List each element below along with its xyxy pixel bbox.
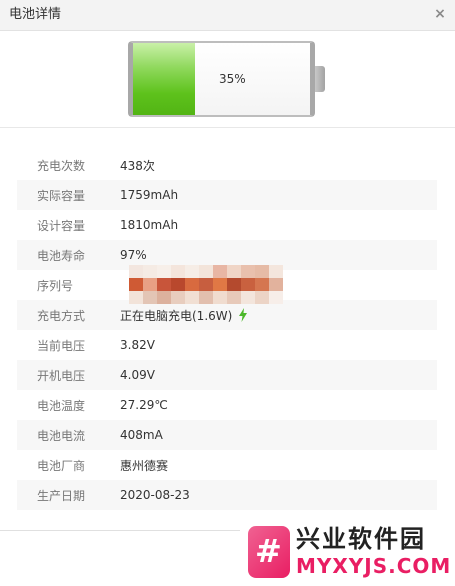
detail-row-charge-count: 充电次数 438次 <box>17 150 437 180</box>
site-watermark: # 兴业软件园 MYXYJS.COM <box>244 520 455 586</box>
detail-value: 438次 <box>120 158 155 173</box>
detail-label: 实际容量 <box>37 188 86 203</box>
detail-value: 正在电脑充电(1.6W) <box>120 307 248 324</box>
detail-row-design-capacity: 设计容量 1810mAh <box>17 210 437 240</box>
charging-mode-text: 正在电脑充电(1.6W) <box>120 308 233 323</box>
detail-row-current-voltage: 当前电压 3.82V <box>17 330 437 360</box>
detail-label: 电池厂商 <box>37 458 86 473</box>
watermark-logo-icon: # <box>248 526 290 578</box>
detail-row-production-date: 生产日期 2020-08-23 <box>17 480 437 510</box>
detail-label: 电池电流 <box>37 428 86 443</box>
detail-row-battery-manufacturer: 电池厂商 惠州德赛 <box>17 450 437 480</box>
detail-label: 充电次数 <box>37 158 86 173</box>
detail-label: 充电方式 <box>37 308 86 323</box>
window-title: 电池详情 <box>9 7 62 22</box>
watermark-site-name: 兴业软件园 <box>296 525 426 553</box>
detail-row-serial-number: 序列号 <box>17 265 437 304</box>
detail-row-battery-temperature: 电池温度 27.29℃ <box>17 390 437 420</box>
detail-label: 序列号 <box>37 278 74 293</box>
lightning-bolt-icon <box>239 308 248 322</box>
detail-label: 设计容量 <box>37 218 86 233</box>
detail-label: 生产日期 <box>37 488 86 503</box>
watermark-site-url: MYXYJS.COM <box>296 554 452 578</box>
detail-value: 3.82V <box>120 338 155 352</box>
bottom-divider <box>0 530 240 531</box>
title-bar: 电池详情 × <box>0 0 455 31</box>
detail-label: 电池寿命 <box>37 248 86 263</box>
close-icon[interactable]: × <box>431 5 449 23</box>
detail-row-battery-current: 电池电流 408mA <box>17 420 437 450</box>
detail-label: 开机电压 <box>37 368 86 383</box>
detail-value: 1759mAh <box>120 188 179 202</box>
detail-row-charging-mode: 充电方式 正在电脑充电(1.6W) <box>17 300 437 330</box>
detail-value: 27.29℃ <box>120 398 168 412</box>
battery-percent-label: 35% <box>219 72 246 86</box>
serial-number-redaction-mosaic <box>129 265 283 304</box>
detail-value: 408mA <box>120 428 163 442</box>
detail-value: 97% <box>120 248 147 262</box>
watermark-logo-mark: # <box>255 532 282 570</box>
detail-value: 4.09V <box>120 368 155 382</box>
battery-graphic-area: 35% <box>0 31 455 128</box>
detail-value: 1810mAh <box>120 218 179 232</box>
battery-details-window: 电池详情 × 35% 充电次数 438次 实际容量 1759mAh 设计容量 1… <box>0 0 455 586</box>
battery-level-fill <box>133 43 195 115</box>
detail-label: 当前电压 <box>37 338 86 353</box>
detail-value: 2020-08-23 <box>120 488 190 502</box>
detail-row-actual-capacity: 实际容量 1759mAh <box>17 180 437 210</box>
battery-details-list: 充电次数 438次 实际容量 1759mAh 设计容量 1810mAh 电池寿命… <box>17 150 437 510</box>
detail-value: 惠州德赛 <box>120 458 169 473</box>
detail-row-boot-voltage: 开机电压 4.09V <box>17 360 437 390</box>
battery-terminal <box>315 66 325 92</box>
detail-label: 电池温度 <box>37 398 86 413</box>
battery-graphic: 35% <box>128 41 315 117</box>
